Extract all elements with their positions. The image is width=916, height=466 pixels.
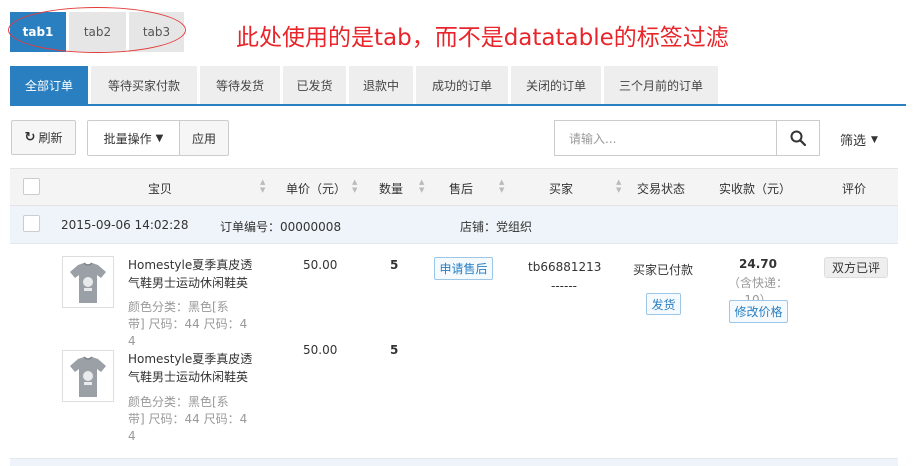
search-input[interactable]: 请输入... bbox=[554, 120, 776, 156]
col-item: 宝贝 bbox=[148, 182, 173, 196]
after-sale-button[interactable]: 申请售后 bbox=[434, 257, 493, 280]
sort-icon[interactable]: ▲ ▼ bbox=[499, 178, 504, 194]
caret-down-icon: ▼ bbox=[871, 134, 878, 145]
item-sku: 颜色分类：黑色[系 带] 尺码：44 尺码：4 4 bbox=[128, 395, 248, 443]
col-evaluation: 评价 bbox=[842, 182, 867, 196]
sort-icon[interactable]: ▲ ▼ bbox=[352, 178, 357, 194]
trade-status: 买家已付款 bbox=[633, 263, 694, 277]
item-quantity: 5 bbox=[390, 343, 399, 357]
ship-button[interactable]: 发货 bbox=[646, 293, 681, 315]
col-after-sale: 售后 bbox=[449, 182, 474, 196]
product-thumbnail[interactable] bbox=[62, 350, 114, 402]
product-thumbnail[interactable] bbox=[62, 256, 114, 308]
batch-actions-label: 批量操作 bbox=[103, 131, 152, 146]
tab-older-orders[interactable]: 三个月前的订单 bbox=[604, 66, 718, 104]
col-quantity: 数量 bbox=[379, 182, 404, 196]
annotation-text: 此处使用的是tab，而不是datatable的标签过滤 bbox=[236, 25, 729, 51]
order-meta-row: 2015-09-06 14:02:28 订单编号：00000008 店铺：党组织 bbox=[10, 206, 898, 244]
refresh-icon: ↻ bbox=[24, 130, 36, 145]
evaluation-badge: 双方已评 bbox=[824, 257, 888, 278]
tab-3[interactable]: tab3 bbox=[129, 12, 184, 52]
shop-name: 店铺：党组织 bbox=[460, 220, 533, 234]
caret-down-icon: ▼ bbox=[155, 132, 164, 144]
tab-shipped[interactable]: 已发货 bbox=[283, 66, 346, 104]
item-sku: 颜色分类：黑色[系 带] 尺码：44 尺码：4 4 bbox=[128, 300, 248, 348]
item-quantity: 5 bbox=[390, 258, 399, 272]
order-checkbox[interactable] bbox=[23, 215, 40, 232]
refresh-button[interactable]: ↻ 刷新 bbox=[11, 120, 76, 155]
select-all-checkbox[interactable] bbox=[23, 178, 40, 195]
col-buyer: 买家 bbox=[549, 182, 574, 196]
top-tab-bar: tab1 tab2 tab3 bbox=[10, 12, 184, 52]
sort-icon[interactable]: ▲ ▼ bbox=[260, 178, 265, 194]
item-price: 50.00 bbox=[303, 343, 338, 357]
col-unit-price: 单价（元） bbox=[286, 182, 347, 196]
batch-actions-dropdown[interactable]: 批量操作 ▼ bbox=[87, 120, 180, 156]
buyer-info: tb66881213 ------ bbox=[528, 258, 601, 296]
tab-awaiting-shipment[interactable]: 等待发货 bbox=[200, 66, 280, 104]
apply-button[interactable]: 应用 bbox=[179, 120, 229, 156]
item-price: 50.00 bbox=[303, 258, 338, 272]
sort-icon[interactable]: ▲ ▼ bbox=[419, 178, 424, 194]
buyer-extra: ------ bbox=[551, 279, 577, 293]
tab-closed-orders[interactable]: 关闭的订单 bbox=[511, 66, 601, 104]
item-title[interactable]: Homestyle夏季真皮透 气鞋男士运动休闲鞋英 bbox=[128, 256, 258, 292]
order-number: 订单编号：00000008 bbox=[220, 220, 342, 234]
buyer-name[interactable]: tb66881213 bbox=[528, 258, 601, 277]
col-trade-status: 交易状态 bbox=[637, 182, 686, 196]
table-header: 宝贝 ▲ ▼ 单价（元） ▲ ▼ 数量 ▲ ▼ 售后 ▲ ▼ 买家 ▲ ▼ 交易状态 实收… bbox=[10, 168, 898, 206]
tshirt-image bbox=[70, 356, 106, 397]
modify-price-button[interactable]: 修改价格 bbox=[729, 300, 788, 323]
tab-successful-orders[interactable]: 成功的订单 bbox=[416, 66, 508, 104]
tab-refunding[interactable]: 退款中 bbox=[349, 66, 413, 104]
search-button[interactable] bbox=[776, 120, 820, 156]
next-order-row bbox=[10, 458, 898, 466]
tab-1[interactable]: tab1 bbox=[10, 12, 66, 52]
tab-2[interactable]: tab2 bbox=[69, 12, 126, 52]
item-title[interactable]: Homestyle夏季真皮透 气鞋男士运动休闲鞋英 bbox=[128, 350, 258, 386]
amount-value: 24.70 bbox=[739, 257, 777, 271]
tab-awaiting-payment[interactable]: 等待买家付款 bbox=[91, 66, 197, 104]
filter-dropdown[interactable]: 筛选 ▼ bbox=[840, 130, 878, 149]
refresh-label: 刷新 bbox=[38, 131, 63, 145]
order-datetime: 2015-09-06 14:02:28 bbox=[61, 218, 189, 232]
tshirt-image bbox=[70, 262, 106, 303]
filter-label: 筛选 bbox=[840, 134, 867, 149]
order-status-tabs: 全部订单 等待买家付款 等待发货 已发货 退款中 成功的订单 关闭的订单 三个月… bbox=[10, 66, 906, 106]
tab-all-orders[interactable]: 全部订单 bbox=[10, 66, 88, 104]
search-icon bbox=[790, 130, 806, 146]
col-amount-received: 实收款（元） bbox=[719, 182, 792, 196]
sort-icon[interactable]: ▲ ▼ bbox=[616, 178, 621, 194]
